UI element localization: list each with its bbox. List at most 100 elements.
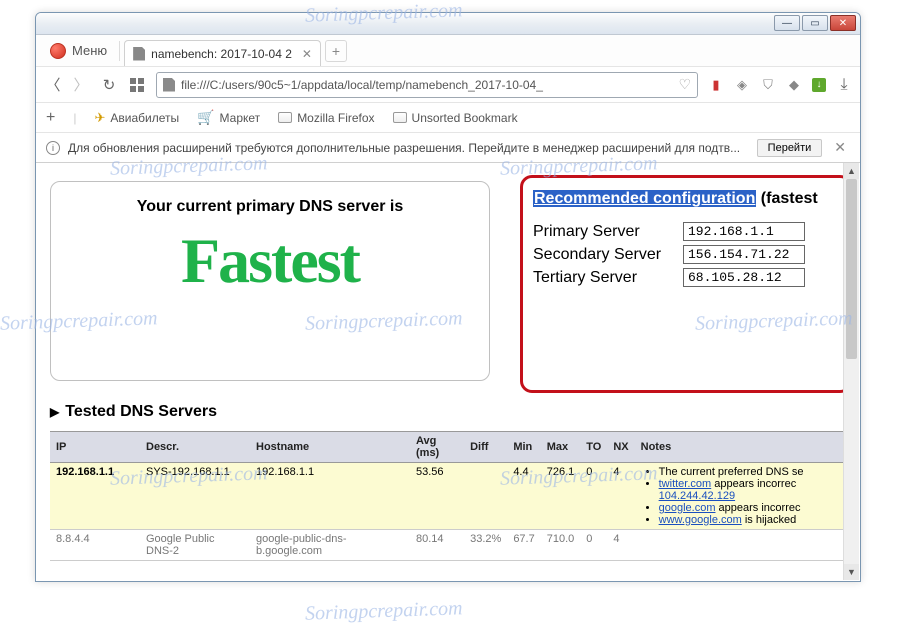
bookmark-aviabilety[interactable]: ✈ Авиабилеты [94,110,179,126]
reload-button[interactable]: ↻ [100,76,118,94]
plane-icon: ✈ [94,110,105,126]
note-link[interactable]: google.com [659,502,716,514]
close-window-button[interactable]: ✕ [830,15,856,31]
cell-max: 726.1 [541,463,581,530]
primary-dns-panel: Your current primary DNS server is Faste… [50,181,490,381]
tab-strip: Меню namebench: 2017-10-04 2 ✕ + [36,35,860,67]
col-min: Min [507,432,540,463]
downloads-button[interactable]: ⤓ [836,77,852,93]
note-item: google.com appears incorrec [659,502,844,514]
forward-button[interactable]: 〉 [72,76,90,94]
cell-descr: Google Public DNS-2 [140,530,250,561]
cell-to: 0 [580,463,607,530]
page-content: Your current primary DNS server is Faste… [36,163,860,581]
bookmark-market[interactable]: 🛒 Маркет [197,109,260,126]
browser-window: — ▭ ✕ Меню namebench: 2017-10-04 2 ✕ + 〈… [35,12,861,582]
vertical-scrollbar[interactable]: ▲ ▼ [843,163,859,580]
maximize-button[interactable]: ▭ [802,15,828,31]
extension-icon-3[interactable]: ⛉ [760,77,776,93]
extension-icon-2[interactable]: ◈ [734,77,750,93]
minimize-button[interactable]: — [774,15,800,31]
col-hostname: Hostname [250,432,410,463]
recommended-row-tertiary: Tertiary Server 68.105.28.12 [533,268,839,287]
primary-status: Fastest [51,224,489,298]
notification-text: Для обновления расширений требуются допо… [68,141,749,155]
new-tab-button[interactable]: + [325,40,347,62]
note-link[interactable]: 104.244.42.129 [659,490,735,502]
cell-diff: 33.2% [464,530,507,561]
rec-value[interactable]: 156.154.71.22 [683,245,805,264]
scroll-up-button[interactable]: ▲ [844,163,859,179]
col-descr: Descr. [140,432,250,463]
divider [119,41,120,61]
info-icon: i [46,141,60,155]
bookmark-mozilla[interactable]: Mozilla Firefox [278,111,374,125]
scroll-down-button[interactable]: ▼ [844,564,859,580]
col-to: TO [580,432,607,463]
rec-value[interactable]: 68.105.28.12 [683,268,805,287]
bookmark-label: Mozilla Firefox [297,111,374,125]
cell-notes [635,530,850,561]
recommended-table: Primary Server 192.168.1.1 Secondary Ser… [533,222,839,287]
note-item: The current preferred DNS se [659,466,844,478]
bookmark-unsorted[interactable]: Unsorted Bookmark [393,111,518,125]
cell-avg: 80.14 [410,530,464,561]
close-tab-button[interactable]: ✕ [302,47,312,61]
cell-hostname: google-public-dns-b.google.com [250,530,410,561]
extension-icon-5[interactable]: ↓ [812,78,826,92]
tab-title: namebench: 2017-10-04 2 [151,47,292,61]
cell-nx: 4 [607,530,634,561]
cell-to: 0 [580,530,607,561]
notification-bar: i Для обновления расширений требуются до… [36,133,860,163]
col-notes: Notes [635,432,850,463]
col-nx: NX [607,432,634,463]
document-icon [163,78,175,92]
back-button[interactable]: 〈 [44,76,62,94]
col-diff: Diff [464,432,507,463]
cell-notes: The current preferred DNS se twitter.com… [635,463,850,530]
extension-icons: ▮ ◈ ⛉ ◆ ↓ ⤓ [708,77,852,93]
cell-diff [464,463,507,530]
cell-descr: SYS-192.168.1.1 [140,463,250,530]
rec-value[interactable]: 192.168.1.1 [683,222,805,241]
folder-icon [278,112,292,123]
divider: | [73,111,76,125]
rec-label: Secondary Server [533,246,683,264]
menu-label: Меню [72,43,107,58]
table-header-row: IP Descr. Hostname Avg (ms) Diff Min Max… [50,432,850,463]
browser-tab[interactable]: namebench: 2017-10-04 2 ✕ [124,40,321,66]
table-row: 8.8.4.4 Google Public DNS-2 google-publi… [50,530,850,561]
bookmark-label: Маркет [220,111,261,125]
rec-label: Tertiary Server [533,269,683,287]
bookmark-label: Авиабилеты [110,111,179,125]
opera-menu-button[interactable]: Меню [42,41,115,61]
cell-hostname: 192.168.1.1 [250,463,410,530]
extension-icon-4[interactable]: ◆ [786,77,802,93]
note-item: twitter.com appears incorrec 104.244.42.… [659,478,844,502]
note-link[interactable]: www.google.com [659,514,742,526]
opera-logo-icon [50,43,66,59]
bookmarks-bar: + | ✈Авиабилеты 🛒Маркет Mozilla Firefox … [36,103,860,133]
bookmark-heart-icon[interactable]: ♡ [678,76,691,93]
col-avg: Avg (ms) [410,432,464,463]
address-bar-row: 〈 〉 ↻ file:///C:/users/90c5~1/appdata/lo… [36,67,860,103]
add-bookmark-button[interactable]: + [46,109,55,127]
speed-dial-button[interactable] [128,76,146,94]
cart-icon: 🛒 [197,109,214,126]
bookmark-label: Unsorted Bookmark [412,111,518,125]
scroll-thumb[interactable] [846,179,857,359]
watermark: Soringpcrepair.com [305,597,463,625]
recommended-row-primary: Primary Server 192.168.1.1 [533,222,839,241]
tested-servers-heading[interactable]: Tested DNS Servers [50,403,217,421]
cell-avg: 53.56 [410,463,464,530]
url-text: file:///C:/users/90c5~1/appdata/local/te… [181,78,672,92]
dismiss-notification-button[interactable]: ✕ [830,139,850,156]
file-icon [133,47,145,61]
extension-icon-1[interactable]: ▮ [708,77,724,93]
note-link[interactable]: twitter.com [659,478,712,490]
col-max: Max [541,432,581,463]
cell-min: 67.7 [507,530,540,561]
notification-go-button[interactable]: Перейти [757,139,823,157]
recommended-config-panel: Recommended configuration (fastest Prima… [520,175,852,393]
address-bar[interactable]: file:///C:/users/90c5~1/appdata/local/te… [156,72,698,98]
